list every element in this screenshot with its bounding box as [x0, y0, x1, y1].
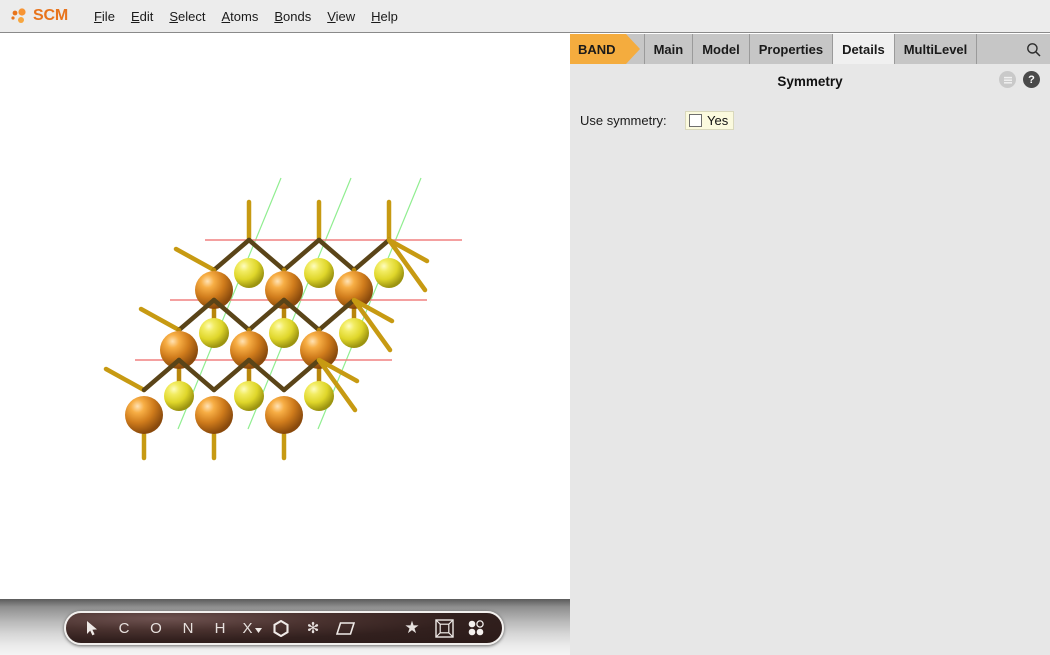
menu-edit[interactable]: Edit — [123, 6, 161, 27]
tab-main[interactable]: Main — [643, 34, 694, 64]
section-title: Symmetry — [777, 74, 843, 89]
fragment-tool[interactable]: ✻ — [302, 615, 324, 641]
tab-details[interactable]: Details — [833, 34, 895, 64]
oxygen-atom-tool[interactable]: O — [145, 615, 167, 641]
menu-label-rest: dit — [139, 8, 154, 24]
atom-type-b[interactable] — [164, 381, 194, 411]
atom-type-a[interactable] — [195, 396, 233, 434]
menu-mnemonic: E — [130, 8, 140, 24]
menu-label-rest: ile — [101, 8, 115, 24]
tab-multilevel[interactable]: MultiLevel — [894, 34, 978, 64]
scm-logo-text: SCM — [33, 7, 68, 24]
atom-type-a[interactable] — [230, 331, 268, 369]
benzene-ring-tool[interactable] — [270, 615, 292, 641]
carbon-atom-tool[interactable]: C — [113, 615, 135, 641]
menu-label-rest: elp — [380, 8, 398, 24]
menu-icon[interactable] — [999, 71, 1016, 88]
atom-toolbar: C O N H X ✻ ★ — [64, 611, 504, 645]
use-symmetry-row: Use symmetry: Yes — [570, 111, 1050, 130]
plane-tool[interactable] — [334, 615, 356, 641]
tab-model[interactable]: Model — [693, 34, 750, 64]
menu-mnemonic: A — [221, 8, 231, 24]
section-header-icons: ? — [999, 71, 1040, 88]
search-icon[interactable] — [1016, 34, 1050, 64]
menu-bonds[interactable]: Bonds — [266, 6, 319, 27]
menu-mnemonic: H — [371, 8, 381, 24]
section-header: Symmetry ? — [570, 68, 1050, 98]
menu-select[interactable]: Select — [161, 6, 213, 27]
atom-group-row1[interactable] — [195, 258, 404, 309]
atom-type-b[interactable] — [234, 381, 264, 411]
atom-type-a[interactable] — [160, 331, 198, 369]
atom-type-b[interactable] — [339, 318, 369, 348]
scm-molecule-icon — [10, 7, 32, 25]
atom-group-row3[interactable] — [125, 381, 334, 434]
atom-type-b[interactable] — [269, 318, 299, 348]
unit-cell-tool[interactable] — [433, 615, 455, 641]
nitrogen-atom-tool[interactable]: N — [177, 615, 199, 641]
atom-type-b[interactable] — [304, 258, 334, 288]
menu-view[interactable]: View — [319, 6, 363, 27]
hydrogen-atom-tool[interactable]: H — [209, 615, 231, 641]
use-symmetry-checkbox[interactable]: Yes — [685, 111, 735, 130]
menu-bar: SCM File Edit Select Atoms Bonds View He… — [0, 0, 1050, 33]
select-cursor-tool[interactable] — [81, 615, 103, 641]
use-symmetry-value: Yes — [707, 113, 729, 128]
menu-help[interactable]: Help — [363, 6, 406, 27]
panel-tab-bar: BAND Main Model Properties Details Multi… — [570, 34, 1050, 64]
menu-file[interactable]: File — [86, 6, 123, 27]
menu-mnemonic: S — [169, 8, 179, 24]
atom-group-row2[interactable] — [160, 318, 369, 369]
menu-mnemonic: V — [327, 8, 336, 24]
atom-type-a[interactable] — [265, 396, 303, 434]
chevron-down-icon — [254, 620, 262, 637]
menu-label-rest: iew — [335, 8, 356, 24]
menu-label-rest: onds — [283, 8, 312, 24]
menu-atoms[interactable]: Atoms — [213, 6, 266, 27]
atom-type-a[interactable] — [265, 271, 303, 309]
atom-type-a[interactable] — [195, 271, 233, 309]
atom-type-a[interactable] — [125, 396, 163, 434]
molecule-viewport[interactable] — [0, 34, 570, 599]
atom-type-b[interactable] — [304, 381, 334, 411]
use-symmetry-label: Use symmetry: — [580, 113, 667, 128]
help-icon[interactable]: ? — [1023, 71, 1040, 88]
atom-type-b[interactable] — [374, 258, 404, 288]
menu-mnemonic: F — [93, 8, 102, 24]
tab-properties[interactable]: Properties — [749, 34, 834, 64]
atom-type-b[interactable] — [199, 318, 229, 348]
settings-panel: BAND Main Model Properties Details Multi… — [570, 34, 1050, 655]
atom-type-b[interactable] — [234, 258, 264, 288]
menu-label-rest: toms — [230, 8, 259, 24]
scm-logo[interactable]: SCM — [10, 7, 68, 25]
tab-bar-filler — [977, 34, 1016, 64]
periodic-dots-tool[interactable] — [465, 615, 487, 641]
checkbox-box-icon — [689, 114, 702, 127]
menu-mnemonic: B — [274, 8, 283, 24]
other-element-tool[interactable]: X — [241, 615, 263, 641]
favorites-tool[interactable]: ★ — [401, 615, 423, 641]
menu-label-rest: elect — [178, 8, 206, 24]
other-element-label: X — [242, 619, 253, 637]
structure-render — [103, 177, 462, 461]
application-window: SCM File Edit Select Atoms Bonds View He… — [0, 0, 1050, 655]
program-tab-band[interactable]: BAND — [570, 34, 640, 64]
